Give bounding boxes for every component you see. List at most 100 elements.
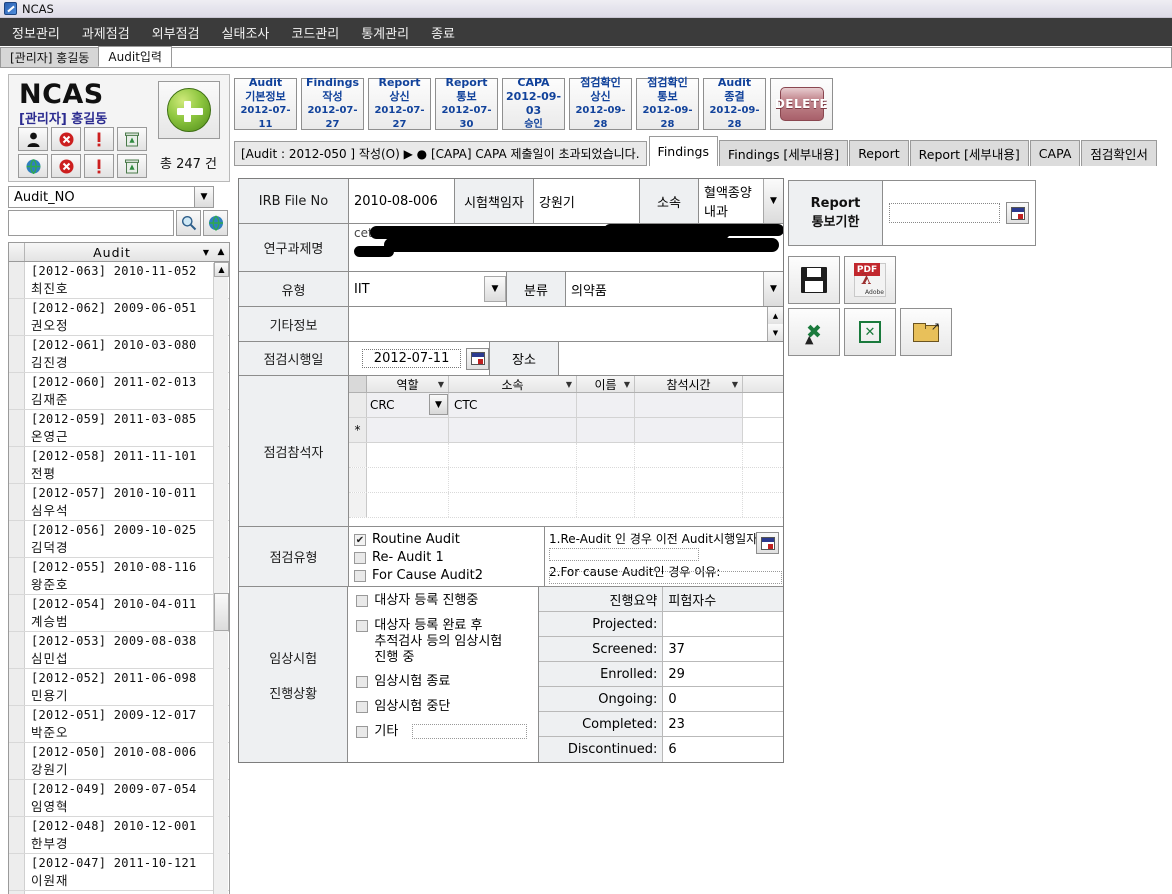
workflow-button-1[interactable]: Audit 기본정보 2012-07-11 [234, 76, 297, 130]
exclamation-icon[interactable] [84, 127, 114, 151]
audit-list[interactable]: [2012-063] 2010-11-052 최진호 [2012-062] 2009… [8, 262, 230, 894]
globe-search-button[interactable] [203, 210, 228, 236]
export-excel-button[interactable]: ✕ [844, 308, 896, 356]
recycle-bin-icon[interactable] [117, 127, 147, 151]
grid-select-corner[interactable] [349, 376, 367, 392]
filter-field-select[interactable]: Audit_NO ▼ [8, 186, 214, 208]
workflow-button-6[interactable]: 점검확인 상신 2012-09-28 [569, 76, 632, 130]
stats-row-value[interactable] [663, 612, 783, 636]
checkbox-icon[interactable] [356, 620, 369, 632]
chart-export-button[interactable]: ✖ ▲ [788, 308, 840, 356]
page-tab-5[interactable]: CAPA [1029, 140, 1081, 166]
checkbox-icon[interactable] [356, 595, 369, 607]
cell-role[interactable] [367, 418, 449, 442]
type-dropdown-icon[interactable]: ▼ [484, 276, 506, 302]
list-item[interactable]: [2012-061] 2010-03-080 김진경 [9, 336, 229, 373]
study-title-field[interactable]: cetu... (simvastatin) 병용요법의 2상 임상 [349, 224, 783, 271]
delete-circle-icon[interactable] [51, 154, 81, 178]
calendar-icon[interactable] [466, 347, 489, 370]
menu-item-info[interactable]: 정보관리 [12, 23, 60, 42]
list-item[interactable]: [2012-051] 2009-12-017 박준오 [9, 706, 229, 743]
table-row-new[interactable]: * [349, 418, 783, 443]
page-tab-3[interactable]: Report [849, 140, 909, 166]
dept-value[interactable]: 혈액종양내과 [699, 179, 763, 223]
menu-item-stats[interactable]: 통계관리 [361, 23, 409, 42]
workflow-button-8[interactable]: Audit 종결 2012-09-28 [703, 76, 766, 130]
search-button[interactable] [176, 210, 201, 236]
pi-value[interactable]: 강원기 [534, 179, 639, 223]
cell-time[interactable] [635, 393, 743, 417]
cell-time[interactable] [635, 418, 743, 442]
search-input[interactable] [8, 210, 174, 236]
list-item[interactable]: [2012-056] 2009-10-025 김덕경 [9, 521, 229, 558]
cell-name[interactable] [577, 418, 635, 442]
checkbox-icon[interactable] [356, 701, 369, 713]
stats-row-value[interactable]: 6 [663, 737, 783, 762]
trial-status-option-5[interactable]: 기타 [356, 724, 528, 740]
delete-circle-icon[interactable] [51, 127, 81, 151]
list-item[interactable]: [2012-047] 2011-10-121 이원재 [9, 854, 229, 891]
etc-info-spinner[interactable]: ▲ ▼ [767, 307, 783, 341]
list-item[interactable]: [2012-052] 2011-06-098 민용기 [9, 669, 229, 706]
list-item[interactable]: [2012-062] 2009-06-051 권오정 [9, 299, 229, 336]
attendee-grid[interactable]: 역할 ▼ 소속 ▼ 이름 ▼ 참석시간 ▼ CRC ▼ CTC * [349, 376, 783, 526]
checkbox-icon[interactable]: ✔ [354, 534, 366, 546]
workflow-button-4[interactable]: Report 통보 2012-07-30 [435, 76, 498, 130]
menu-item-project-audit[interactable]: 과제점검 [82, 23, 130, 42]
page-tab-1[interactable]: Findings [648, 136, 718, 166]
exclamation-icon[interactable] [84, 154, 114, 178]
cell-name[interactable] [577, 393, 635, 417]
list-item[interactable]: [2012-050] 2010-08-006 강원기 [9, 743, 229, 780]
checkbox-icon[interactable] [356, 726, 369, 738]
audit-type-option-1[interactable]: ✔ Routine Audit [354, 532, 460, 547]
table-row[interactable]: CRC ▼ CTC [349, 393, 783, 418]
page-tab-6[interactable]: 점검확인서 [1081, 140, 1157, 166]
list-item[interactable]: [2012-053] 2009-08-038 심민섭 [9, 632, 229, 669]
list-item[interactable]: [2012-049] 2009-07-054 임영혁 [9, 780, 229, 817]
menu-item-exit[interactable]: 종료 [431, 23, 455, 42]
list-item[interactable]: [2012-060] 2011-02-013 김재준 [9, 373, 229, 410]
globe-icon[interactable] [18, 154, 48, 178]
user-icon[interactable] [18, 127, 48, 151]
cell-dept[interactable] [449, 418, 577, 442]
chevron-down-icon[interactable]: ▼ [194, 187, 213, 207]
audit-type-option-2[interactable]: Re- Audit 1 [354, 550, 444, 565]
window-tab-audit-input[interactable]: Audit입력 [98, 46, 172, 67]
column-header-name[interactable]: 이름 ▼ [577, 376, 635, 392]
list-item[interactable]: [2012-058] 2011-11-101 전평 [9, 447, 229, 484]
chevron-down-icon[interactable]: ▼ [429, 394, 448, 415]
audit-date-input[interactable]: 2012-07-11 [362, 349, 462, 368]
page-tab-2[interactable]: Findings [세부내용] [719, 140, 849, 166]
menu-item-code[interactable]: 코드관리 [291, 23, 339, 42]
column-header-time[interactable]: 참석시간 ▼ [635, 376, 743, 392]
class-dropdown-icon[interactable]: ▼ [763, 272, 783, 306]
report-deadline-input[interactable] [889, 203, 1000, 223]
class-value[interactable]: 의약품 [566, 272, 763, 306]
menu-item-survey[interactable]: 실태조사 [222, 23, 270, 42]
spinner-down-icon[interactable]: ▼ [768, 324, 783, 341]
list-item[interactable]: [2012-048] 2010-12-001 한부경 [9, 817, 229, 854]
window-tab-admin[interactable]: [관리자] 홍길동 [0, 47, 100, 67]
open-file-button[interactable]: ↗ [900, 308, 952, 356]
row-selector[interactable] [349, 393, 367, 417]
save-button[interactable] [788, 256, 840, 304]
trial-status-option-2[interactable]: 대상자 등록 완료 후 추적검사 등의 임상시험 진행 중 [356, 618, 502, 666]
export-pdf-button[interactable]: PDF λ Adobe [844, 256, 896, 304]
stats-row-value[interactable]: 0 [663, 687, 783, 711]
scroll-up-icon[interactable]: ▲ [214, 262, 229, 277]
add-audit-button[interactable] [158, 81, 220, 139]
dept-dropdown-icon[interactable]: ▼ [763, 179, 783, 223]
place-value[interactable] [559, 342, 783, 375]
reaudit-reason-input[interactable] [549, 571, 782, 584]
checkbox-icon[interactable] [354, 552, 366, 564]
trial-status-option-4[interactable]: 임상시험 중단 [356, 699, 450, 715]
audit-list-scrollbar[interactable]: ▲ ▼ [213, 262, 229, 894]
recycle-bin-icon[interactable] [117, 154, 147, 178]
collapse-up-icon[interactable]: ▲ [213, 247, 229, 257]
audit-type-option-3[interactable]: For Cause Audit2 [354, 568, 483, 583]
trial-status-option-1[interactable]: 대상자 등록 진행중 [356, 593, 478, 609]
stats-row-value[interactable]: 37 [663, 637, 783, 661]
delete-button[interactable]: DELETE [770, 78, 833, 130]
cell-role[interactable]: CRC ▼ [367, 393, 449, 417]
stats-row-value[interactable]: 29 [663, 662, 783, 686]
